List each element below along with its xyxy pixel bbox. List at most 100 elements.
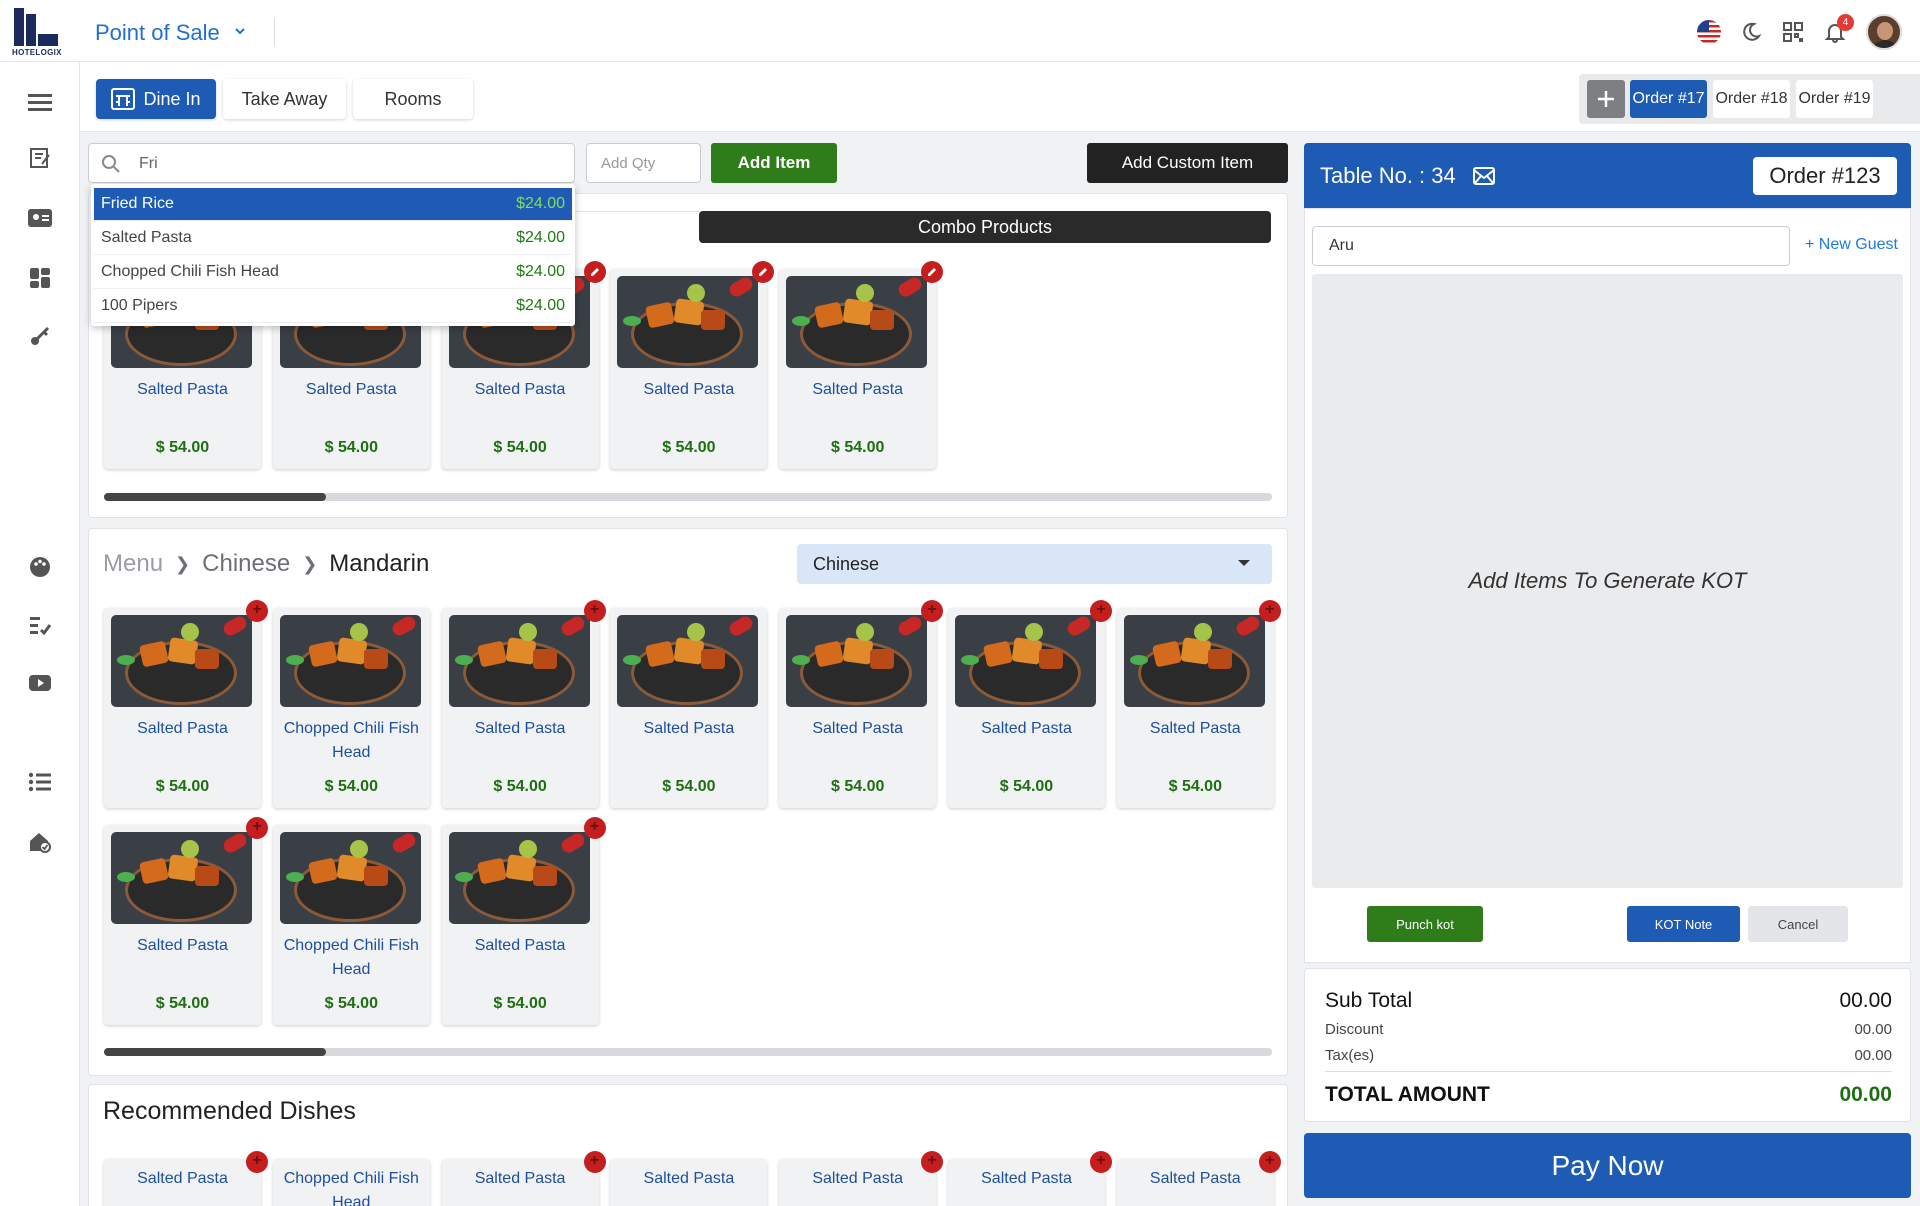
- product-price: $ 54.00: [493, 778, 547, 795]
- product-card[interactable]: Salted Pasta $ 54.00 +: [441, 817, 606, 1025]
- product-name: Chopped Chili Fish Head: [283, 720, 419, 761]
- suggestion-item[interactable]: Chopped Chili Fish Head $24.00: [94, 256, 572, 289]
- guest-input[interactable]: Aru: [1312, 226, 1790, 266]
- product-card[interactable]: Salted Pasta $ 54.00 +: [104, 600, 268, 808]
- tab-products[interactable]: [575, 211, 699, 243]
- product-card[interactable]: Salted Pasta $ 54.00 +: [948, 600, 1112, 808]
- breadcrumb-chinese[interactable]: Chinese: [202, 550, 290, 578]
- product-card[interactable]: Chopped Chili Fish Head $ 54.00: [272, 825, 430, 1025]
- product-price: $ 54.00: [662, 439, 716, 456]
- product-card[interactable]: Salted Pasta: [610, 1159, 768, 1206]
- total-amount-label: TOTAL AMOUNT: [1325, 1083, 1490, 1106]
- order-tab-18[interactable]: Order #18: [1713, 80, 1790, 118]
- product-name: Salted Pasta: [474, 937, 566, 954]
- dashboard-icon[interactable]: [26, 264, 54, 292]
- product-card[interactable]: Salted Pasta +: [441, 1151, 606, 1206]
- product-name: Salted Pasta: [812, 381, 904, 398]
- product-card[interactable]: Salted Pasta +: [948, 1151, 1112, 1206]
- cancel-button[interactable]: Cancel: [1748, 906, 1848, 942]
- house-check-icon[interactable]: [26, 828, 54, 856]
- product-card[interactable]: Salted Pasta $ 54.00 +: [779, 600, 944, 808]
- hamburger-menu-icon[interactable]: [26, 88, 54, 116]
- tab-dine-in[interactable]: Dine In: [96, 79, 216, 119]
- dish-image: [279, 615, 421, 707]
- add-plus-icon[interactable]: +: [1090, 600, 1112, 622]
- qr-code-icon[interactable]: [1779, 18, 1807, 46]
- category-select[interactable]: Chinese: [797, 544, 1272, 584]
- tax-label: Tax(es): [1325, 1047, 1375, 1064]
- add-plus-icon[interactable]: +: [1090, 1151, 1112, 1173]
- menu-scrollbar[interactable]: [104, 1048, 1272, 1056]
- dish-image: [279, 832, 421, 924]
- chevron-down-icon[interactable]: [234, 24, 246, 40]
- edit-icon[interactable]: [583, 261, 606, 283]
- add-item-button[interactable]: Add Item: [711, 143, 837, 183]
- pay-now-button[interactable]: Pay Now: [1304, 1133, 1911, 1198]
- add-plus-icon[interactable]: +: [583, 817, 606, 839]
- dish-image: [1123, 615, 1265, 707]
- app-title[interactable]: Point of Sale: [95, 20, 220, 46]
- hotelogix-logo[interactable]: HOTELOGIX: [12, 8, 68, 57]
- add-plus-icon[interactable]: +: [583, 600, 606, 622]
- product-card[interactable]: Salted Pasta +: [779, 1151, 944, 1206]
- suggestion-item[interactable]: Salted Pasta $24.00: [94, 222, 572, 255]
- product-card[interactable]: Chopped Chili Fish Head: [272, 1159, 430, 1206]
- edit-note-icon[interactable]: [26, 144, 54, 172]
- dark-mode-moon-icon[interactable]: [1737, 18, 1765, 46]
- us-flag-icon[interactable]: [1695, 18, 1723, 46]
- combo-scrollbar-thumb[interactable]: [104, 493, 326, 501]
- tab-take-away[interactable]: Take Away: [223, 79, 346, 119]
- product-card[interactable]: Salted Pasta $ 54.00 +: [1116, 600, 1281, 808]
- order-tab-19[interactable]: Order #19: [1796, 80, 1873, 118]
- list-icon[interactable]: [26, 768, 54, 796]
- totals-divider: [1325, 1071, 1892, 1072]
- palette-icon[interactable]: [26, 553, 54, 581]
- punch-kot-button[interactable]: Punch kot: [1367, 906, 1483, 942]
- product-card[interactable]: Salted Pasta $ 54.00: [610, 261, 775, 469]
- new-order-button[interactable]: [1587, 80, 1625, 118]
- product-card[interactable]: Salted Pasta +: [1116, 1151, 1281, 1206]
- add-plus-icon[interactable]: +: [1258, 1151, 1281, 1173]
- product-card[interactable]: Salted Pasta $ 54.00: [610, 608, 768, 808]
- product-card[interactable]: Chopped Chili Fish Head $ 54.00: [272, 608, 430, 808]
- suggestion-item[interactable]: Fried Rice $24.00: [94, 188, 572, 221]
- product-name: Chopped Chili Fish Head: [283, 937, 419, 978]
- breadcrumb-menu[interactable]: Menu: [103, 550, 163, 578]
- product-card[interactable]: Salted Pasta $ 54.00: [779, 261, 944, 469]
- item-search-input[interactable]: Fri: [88, 143, 575, 183]
- suggestion-price: $24.00: [516, 297, 565, 314]
- dish-image: [955, 615, 1096, 707]
- key-icon[interactable]: [26, 322, 54, 350]
- product-card[interactable]: Salted Pasta +: [104, 1151, 268, 1206]
- product-card[interactable]: Salted Pasta $ 54.00 +: [104, 817, 268, 1025]
- tab-rooms[interactable]: Rooms: [353, 79, 473, 119]
- product-card[interactable]: Salted Pasta $ 54.00 +: [441, 600, 606, 808]
- product-name: Salted Pasta: [1149, 1170, 1241, 1187]
- left-sidebar: [0, 62, 80, 1206]
- tab-combo-products[interactable]: Combo Products: [699, 211, 1271, 243]
- add-plus-icon[interactable]: +: [246, 1151, 268, 1173]
- combo-scrollbar[interactable]: [104, 493, 1272, 501]
- dish-image: [448, 832, 590, 924]
- envelope-icon[interactable]: [1472, 165, 1496, 192]
- product-price: $ 54.00: [155, 995, 210, 1012]
- new-guest-link[interactable]: + New Guest: [1805, 236, 1898, 254]
- suggestion-item[interactable]: 100 Pipers $24.00: [94, 290, 572, 323]
- dish-image: [786, 615, 928, 707]
- video-play-icon[interactable]: [26, 669, 54, 697]
- add-custom-item-button[interactable]: Add Custom Item: [1087, 143, 1288, 183]
- add-plus-icon[interactable]: +: [583, 1151, 606, 1173]
- add-plus-icon[interactable]: +: [246, 600, 268, 622]
- user-avatar[interactable]: [1866, 14, 1902, 50]
- menu-scrollbar-thumb[interactable]: [104, 1048, 326, 1056]
- qty-input[interactable]: Add Qty: [586, 143, 701, 183]
- order-tab-17[interactable]: Order #17: [1630, 80, 1707, 118]
- add-plus-icon[interactable]: +: [246, 817, 268, 839]
- open-orders-group: Order #17 Order #18 Order #19: [1579, 74, 1920, 124]
- add-plus-icon[interactable]: +: [1258, 600, 1281, 622]
- checklist-icon[interactable]: [26, 612, 54, 640]
- product-price: $ 54.00: [999, 778, 1054, 795]
- kot-note-button[interactable]: KOT Note: [1627, 906, 1740, 942]
- plus-icon: [1596, 89, 1616, 109]
- id-card-icon[interactable]: [26, 204, 54, 232]
